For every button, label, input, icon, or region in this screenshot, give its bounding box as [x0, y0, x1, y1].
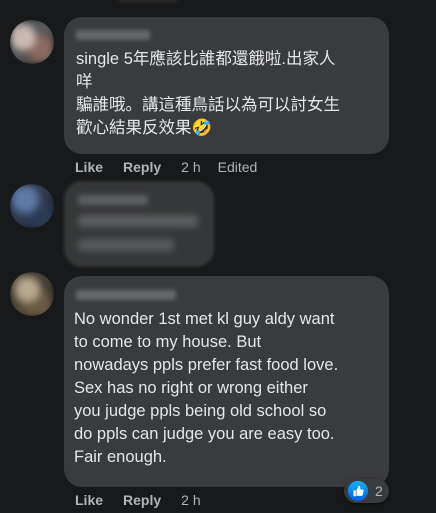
commenter-name[interactable]	[76, 30, 150, 40]
comment-text: No wonder 1st met kl guy aldy want to co…	[74, 310, 339, 466]
reply-button[interactable]: Reply	[123, 159, 161, 175]
comment-actions: Like Reply 2 h	[75, 492, 201, 508]
comment-bubble: single 5年應該比誰都還餓啦.出家人 咩 騙誰哦。講這種鳥話以為可以討女生…	[64, 17, 389, 154]
avatar[interactable]	[10, 272, 54, 316]
edited-label[interactable]: Edited	[218, 159, 258, 175]
timestamp[interactable]: 2 h	[181, 492, 200, 508]
commenter-name[interactable]	[78, 195, 148, 205]
commenter-name[interactable]	[76, 290, 176, 300]
scrolled-off-content	[0, 0, 436, 10]
comment-text: single 5年應該比誰都還餓啦.出家人 咩 騙誰哦。講這種鳥話以為可以討女生…	[76, 50, 340, 137]
avatar[interactable]	[10, 20, 54, 64]
comment-text	[78, 215, 198, 227]
timestamp[interactable]: 2 h	[181, 159, 200, 175]
like-button[interactable]: Like	[75, 492, 103, 508]
avatar[interactable]	[10, 184, 54, 228]
comment-bubble: No wonder 1st met kl guy aldy want to co…	[64, 276, 389, 487]
reply-button[interactable]: Reply	[123, 492, 161, 508]
comment-bubble	[64, 181, 214, 267]
comment-text-line	[78, 239, 174, 251]
reaction-summary[interactable]: 2	[344, 479, 389, 503]
reaction-count: 2	[375, 483, 383, 499]
comment-actions: Like Reply 2 h Edited	[75, 159, 257, 175]
thumbs-up-icon	[346, 479, 370, 503]
like-button[interactable]: Like	[75, 159, 103, 175]
